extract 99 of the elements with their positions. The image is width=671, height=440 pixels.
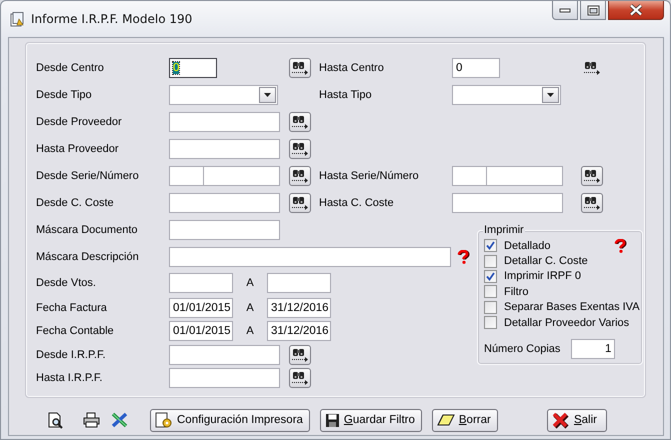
input-field[interactable]: 01/01/2015: [169, 298, 233, 318]
report-icon: [10, 12, 25, 26]
dropdown-button[interactable]: [259, 86, 276, 102]
lookup-button[interactable]: [289, 58, 311, 78]
input-field[interactable]: 0: [452, 58, 500, 78]
input-field[interactable]: [169, 192, 280, 212]
binoculars-icon: [291, 60, 309, 74]
input-field[interactable]: 01/01/2015: [169, 321, 233, 341]
field-label: Desde Serie/Número: [36, 170, 140, 182]
dropdown-field[interactable]: [169, 84, 278, 104]
input-field[interactable]: [169, 166, 204, 186]
field-label: Máscara Descripción: [36, 250, 140, 262]
input-field[interactable]: [169, 220, 280, 240]
range-label: A: [245, 325, 255, 337]
window-title: Informe I.R.P.F. Modelo 190: [31, 12, 192, 26]
field-label: Hasta Serie/Número: [319, 170, 420, 182]
caret-icon: [264, 92, 271, 96]
lookup-button[interactable]: [289, 344, 311, 364]
lookup-button[interactable]: [581, 192, 603, 212]
binoculars-icon: [583, 168, 601, 182]
input-field[interactable]: [169, 344, 280, 364]
checkbox-label[interactable]: Detallar C. Coste: [504, 255, 588, 268]
input-field[interactable]: [169, 273, 233, 293]
checkbox-label[interactable]: Detallar Proveedor Varios: [504, 316, 630, 329]
input-field[interactable]: [267, 273, 331, 293]
minimize-button[interactable]: [552, 1, 578, 20]
field-label: Hasta Proveedor: [36, 142, 120, 154]
lookup-button[interactable]: [289, 192, 311, 212]
input-field[interactable]: [169, 112, 280, 132]
input-field[interactable]: [169, 368, 280, 388]
binoculars-icon: [291, 348, 309, 362]
printer-setup-button[interactable]: Configuración Impresora: [150, 408, 310, 432]
field-label: Fecha Factura: [36, 302, 108, 314]
field-label: Hasta Tipo: [319, 88, 373, 100]
lookup-button[interactable]: [289, 368, 311, 388]
binoculars-icon: [583, 196, 601, 210]
cross-icon: [552, 412, 570, 428]
checkbox[interactable]: [484, 239, 497, 252]
minimize-icon: [559, 7, 571, 13]
dropdown-field[interactable]: [452, 84, 561, 104]
print-preview-icon[interactable]: [47, 412, 64, 428]
range-label: A: [245, 277, 255, 289]
field-label: Hasta C. Coste: [319, 196, 395, 208]
input-field[interactable]: 31/12/2016: [267, 298, 331, 318]
binoculars-icon: [291, 168, 309, 182]
field-label: Desde Vtos.: [36, 277, 97, 289]
checkbox[interactable]: [484, 285, 497, 298]
input-field[interactable]: [452, 166, 487, 186]
close-icon: [629, 4, 643, 16]
help-icon[interactable]: [614, 238, 627, 253]
field-label: Hasta Centro: [319, 62, 385, 74]
caret-icon: [547, 92, 554, 96]
binoculars-icon: [291, 196, 309, 210]
binoculars-icon: [291, 371, 309, 385]
group-title: Imprimir: [483, 224, 525, 236]
lookup-button[interactable]: [289, 112, 311, 132]
input-field[interactable]: 31/12/2016: [267, 321, 331, 341]
input-field[interactable]: [452, 192, 563, 212]
input-field[interactable]: [169, 246, 451, 266]
checkbox[interactable]: [484, 254, 497, 268]
field-label: Hasta I.R.P.F.: [36, 372, 104, 384]
checkbox[interactable]: [484, 300, 497, 314]
range-label: A: [245, 302, 255, 314]
field-label: Desde Tipo: [36, 88, 93, 100]
lookup-button[interactable]: [289, 138, 311, 158]
lookup-button[interactable]: [289, 166, 311, 186]
field-label: Desde C. Coste: [36, 196, 115, 208]
input-field[interactable]: [487, 166, 563, 186]
field-label: Desde Proveedor: [36, 116, 123, 128]
save-filter-button[interactable]: Guardar Filtro: [320, 408, 422, 432]
clear-button[interactable]: Borrar: [432, 408, 498, 432]
help-icon[interactable]: [457, 250, 470, 264]
field-label: Máscara Documento: [36, 224, 138, 236]
checkbox[interactable]: [484, 270, 497, 283]
checkbox-label[interactable]: Separar Bases Exentas IVA: [504, 301, 640, 314]
field-label: Fecha Contable: [36, 325, 115, 337]
field-label: Desde I.R.P.F.: [36, 348, 106, 360]
field-label: Número Copias: [484, 343, 560, 356]
checkbox[interactable]: [484, 316, 497, 330]
binoculars-icon: [291, 114, 309, 128]
printer-icon[interactable]: [83, 412, 100, 428]
dropdown-button[interactable]: [542, 86, 559, 102]
field-label: Desde Centro: [36, 62, 105, 74]
checkbox-label[interactable]: Detallado: [504, 240, 550, 252]
maximize-icon: [586, 4, 600, 16]
printer-setup-icon: [155, 412, 173, 428]
checkbox-label[interactable]: Filtro: [504, 286, 528, 298]
input-field[interactable]: 0: [169, 58, 217, 78]
lookup-button[interactable]: [581, 166, 603, 186]
close-button[interactable]: [608, 1, 664, 20]
exit-button[interactable]: Salir: [546, 408, 607, 432]
checkbox-label[interactable]: Imprimir IRPF 0: [504, 270, 581, 282]
input-field[interactable]: [204, 166, 280, 186]
binoculars-icon[interactable]: [583, 60, 601, 74]
eraser-icon: [436, 414, 455, 426]
input-field[interactable]: 1: [571, 339, 616, 360]
input-field[interactable]: [169, 138, 280, 158]
maximize-button[interactable]: [580, 1, 606, 20]
binoculars-icon: [291, 142, 309, 156]
